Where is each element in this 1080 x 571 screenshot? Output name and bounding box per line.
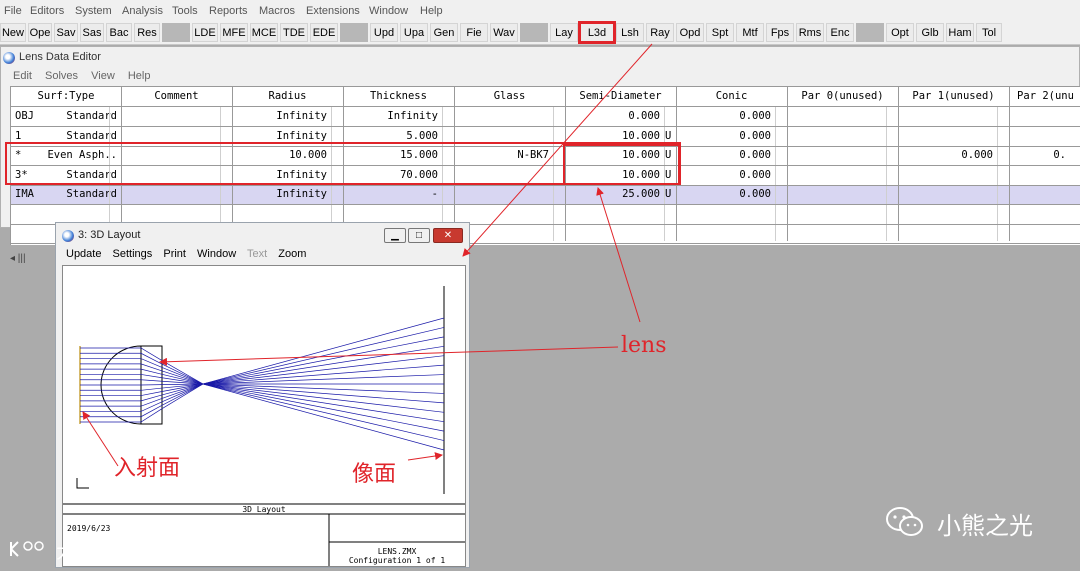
entrance-surface-annotation: 入射面 [114, 456, 181, 481]
annotation-overlay [82, 43, 653, 467]
image-plane-annotation: 像面 [352, 462, 397, 487]
image-plane-arrow [407, 452, 443, 461]
watermark-right: 小熊之光 [937, 512, 1033, 540]
l3d-arrow [462, 43, 653, 257]
lens-arrow-to-drawing [159, 346, 619, 366]
entrance-arrow [82, 411, 119, 467]
watermark-left: 大数跨境 [56, 541, 133, 563]
lens-arrow-to-table [596, 187, 641, 323]
wechat-icon [886, 507, 923, 536]
watermark-logo-icon [10, 541, 44, 557]
lens-annotation: lens [621, 333, 667, 358]
